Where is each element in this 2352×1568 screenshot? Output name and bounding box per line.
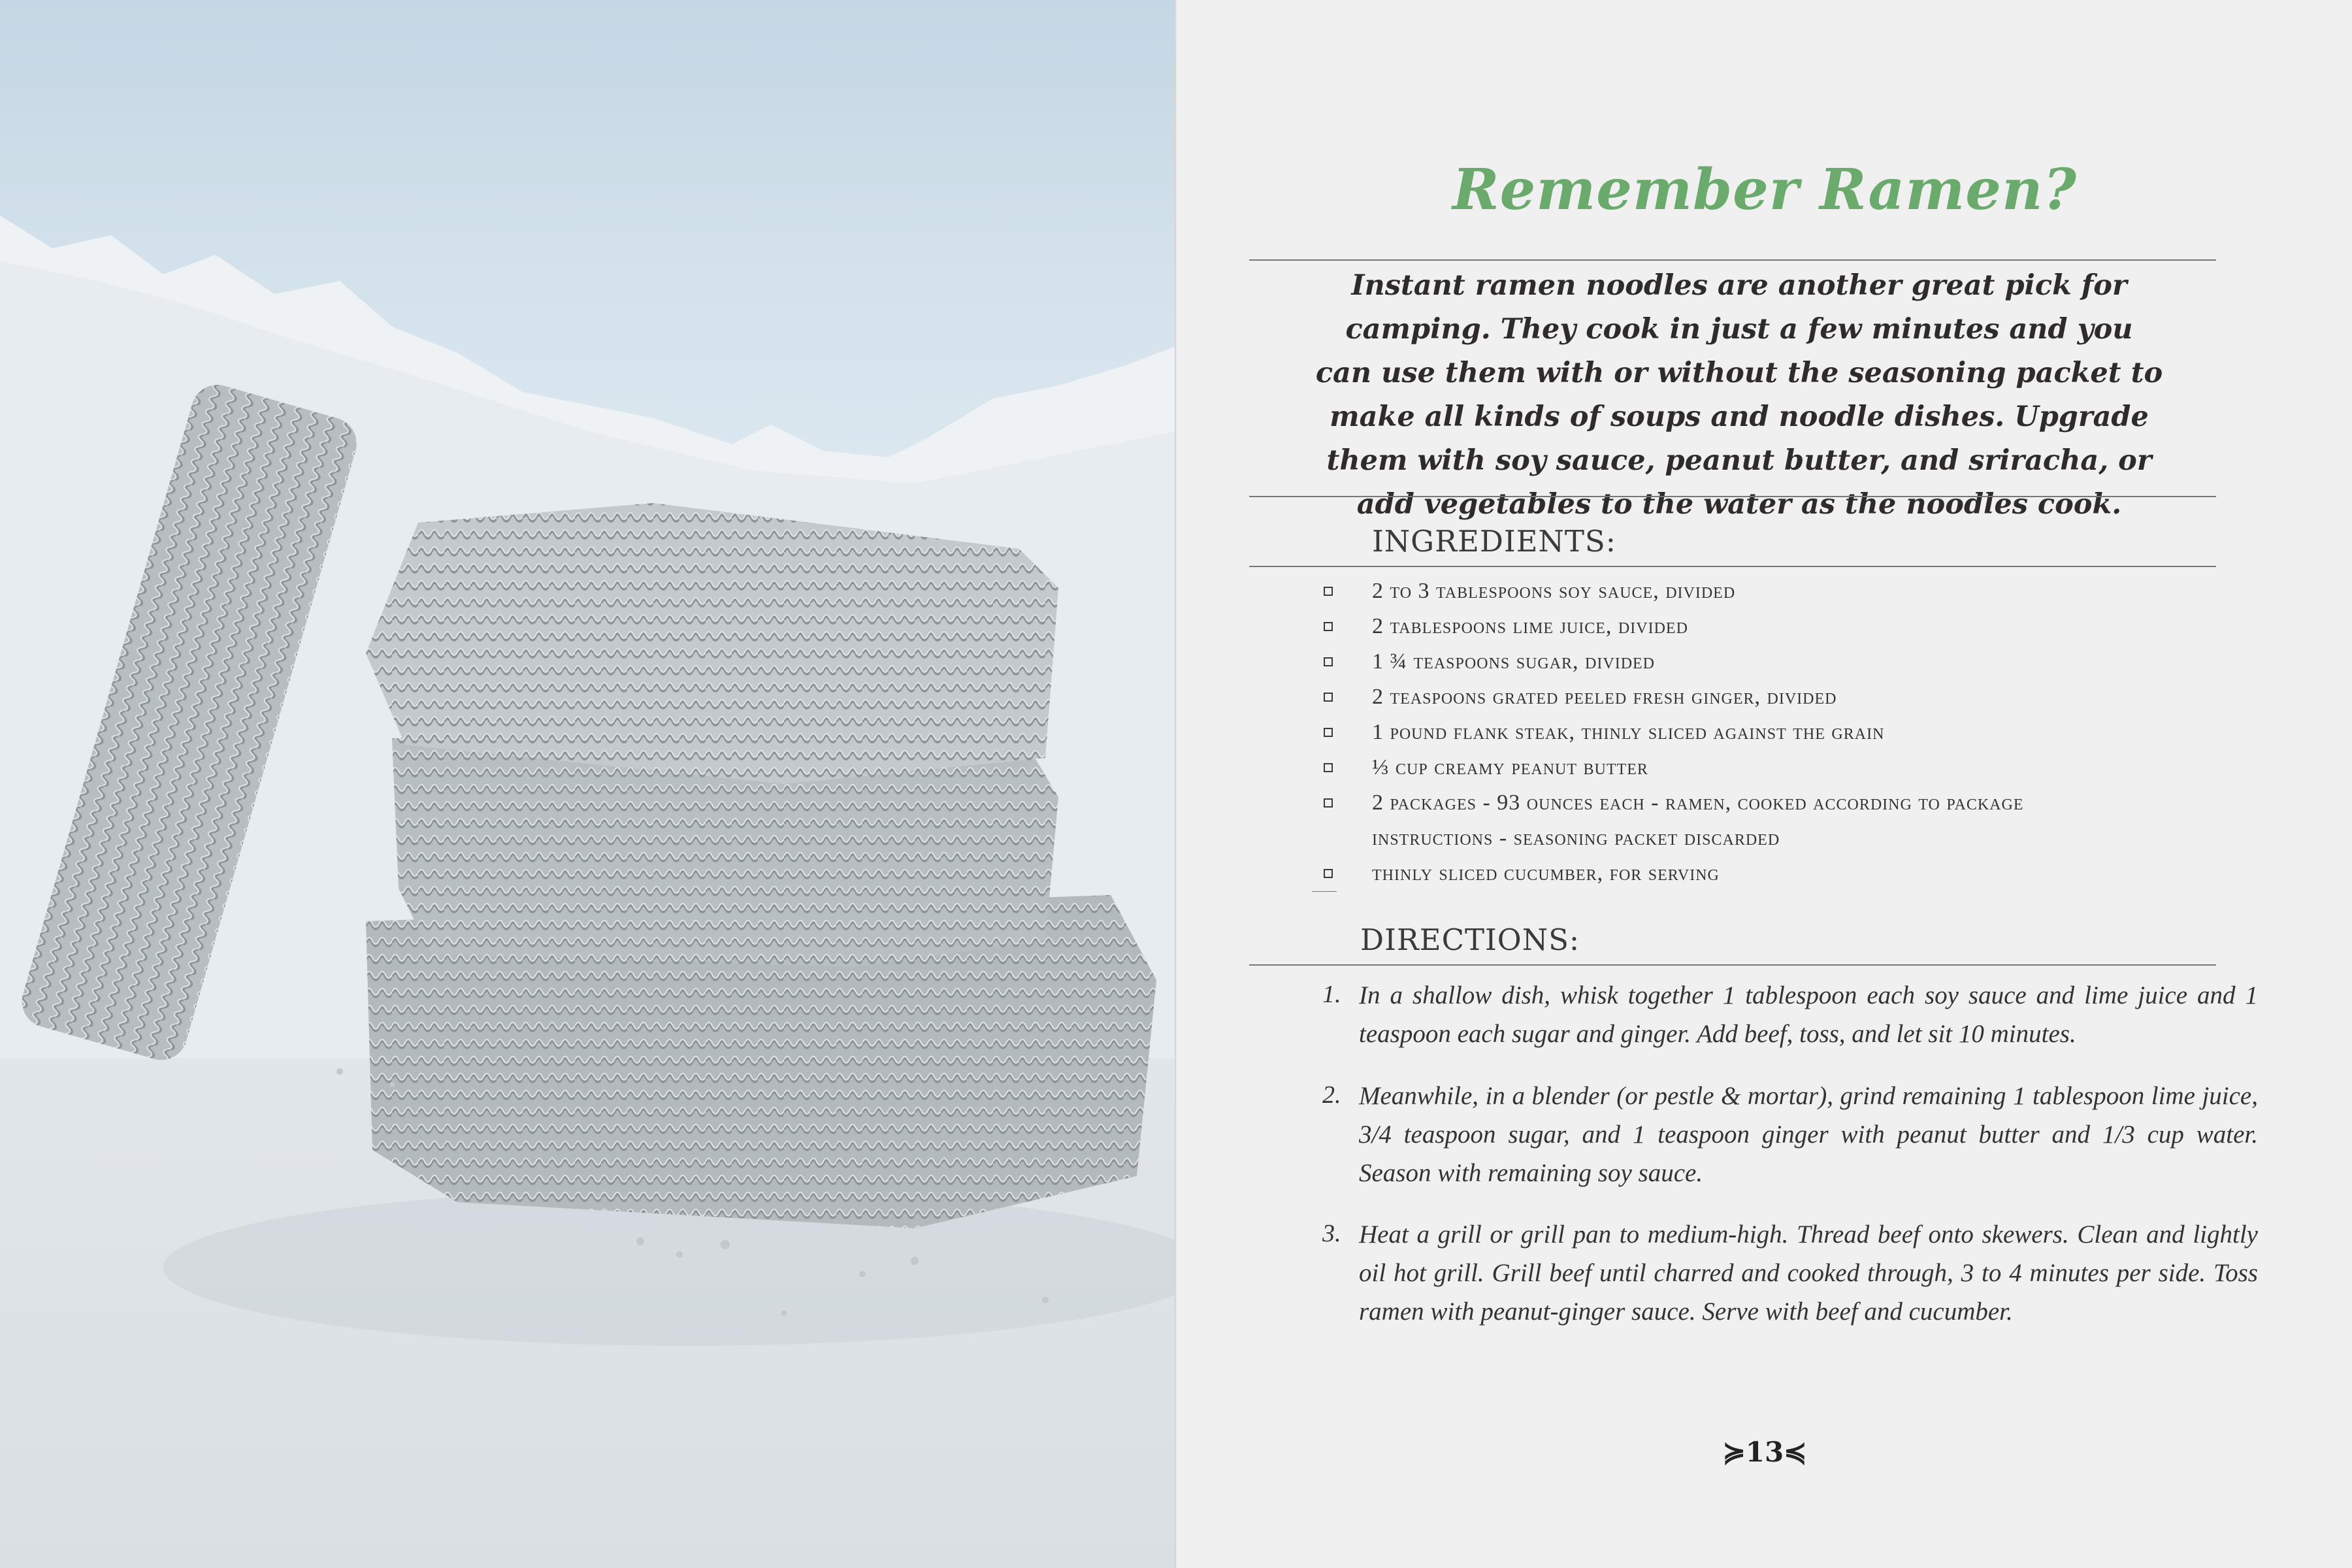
step-text: Meanwhile, in a blender (or pestle & mor…: [1359, 1082, 2258, 1187]
ingredient-text: 2 tablespoons lime juice, divided: [1372, 614, 1688, 638]
ramen-photo: [0, 0, 1176, 1568]
ingredient-item: 2 teaspoons grated peeled fresh ginger, …: [1177, 685, 2352, 720]
folio-ornament-left: ≽: [1722, 1436, 1746, 1468]
step-number: 3.: [1322, 1220, 1341, 1247]
directions-heading: DIRECTIONS:: [1360, 923, 1580, 957]
checkbox-icon[interactable]: [1324, 763, 1333, 772]
folio-ornament-right: ≼: [1784, 1436, 1807, 1468]
title-divider: [1249, 259, 2216, 261]
ingredient-text: 1 ¾ teaspoons sugar, divided: [1372, 649, 1656, 674]
ingredient-text: 1 pound flank steak, thinly sliced again…: [1372, 720, 1885, 744]
checkbox-icon[interactable]: [1324, 657, 1333, 666]
checkbox-icon[interactable]: [1324, 798, 1333, 808]
checkbox-icon[interactable]: [1324, 728, 1333, 737]
ingredient-continuation: instructions - seasoning packet discarde…: [1372, 826, 1780, 850]
checkbox-icon[interactable]: [1324, 693, 1333, 702]
ingredient-text: 2 packages - 93 ounces each - ramen, coo…: [1372, 791, 2024, 815]
step-number: 2.: [1322, 1081, 1341, 1109]
ingredient-underline: [1312, 891, 1337, 892]
step-text: In a shallow dish, whisk together 1 tabl…: [1359, 981, 2258, 1048]
ingredient-item: 1 ¾ teaspoons sugar, divided: [1177, 649, 2352, 685]
ingredient-text: 2 teaspoons grated peeled fresh ginger, …: [1372, 685, 1837, 709]
ingredient-item: ⅓ cup creamy peanut butter: [1177, 755, 2352, 791]
ingredient-item: 1 pound flank steak, thinly sliced again…: [1177, 720, 2352, 755]
checkbox-icon[interactable]: [1324, 869, 1333, 878]
recipe-title: Remember Ramen?: [1452, 157, 2077, 223]
step-number: 1.: [1322, 981, 1341, 1008]
ingredients-divider: [1249, 566, 2216, 567]
checkbox-icon[interactable]: [1324, 587, 1333, 596]
ingredient-text: 2 to 3 tablespoons soy sauce, divided: [1372, 579, 1736, 603]
ramen-illustration: [0, 216, 1176, 1568]
ingredients-heading: INGREDIENTS:: [1372, 524, 1616, 559]
checkbox-icon[interactable]: [1324, 622, 1333, 631]
ingredient-text: ⅓ cup creamy peanut butter: [1372, 755, 1648, 779]
page-number: ≽13≼: [1177, 1436, 2352, 1468]
directions-divider: [1249, 964, 2216, 966]
step-text: Heat a grill or grill pan to medium-high…: [1359, 1220, 2258, 1326]
ingredient-item: 2 tablespoons lime juice, divided: [1177, 614, 2352, 649]
ingredient-item: 2 packages - 93 ounces each - ramen, coo…: [1177, 791, 2352, 826]
recipe-page: Remember Ramen? Instant ramen noodles ar…: [1177, 0, 2352, 1568]
intro-divider: [1249, 496, 2216, 497]
ingredient-item: thinly sliced cucumber, for serving: [1177, 861, 2352, 896]
ingredient-item: 2 to 3 tablespoons soy sauce, divided: [1177, 579, 2352, 614]
recipe-intro: Instant ramen noodles are another great …: [1315, 269, 2163, 521]
page-number-text: 13: [1745, 1436, 1784, 1468]
ingredient-text: thinly sliced cucumber, for serving: [1372, 861, 1720, 885]
